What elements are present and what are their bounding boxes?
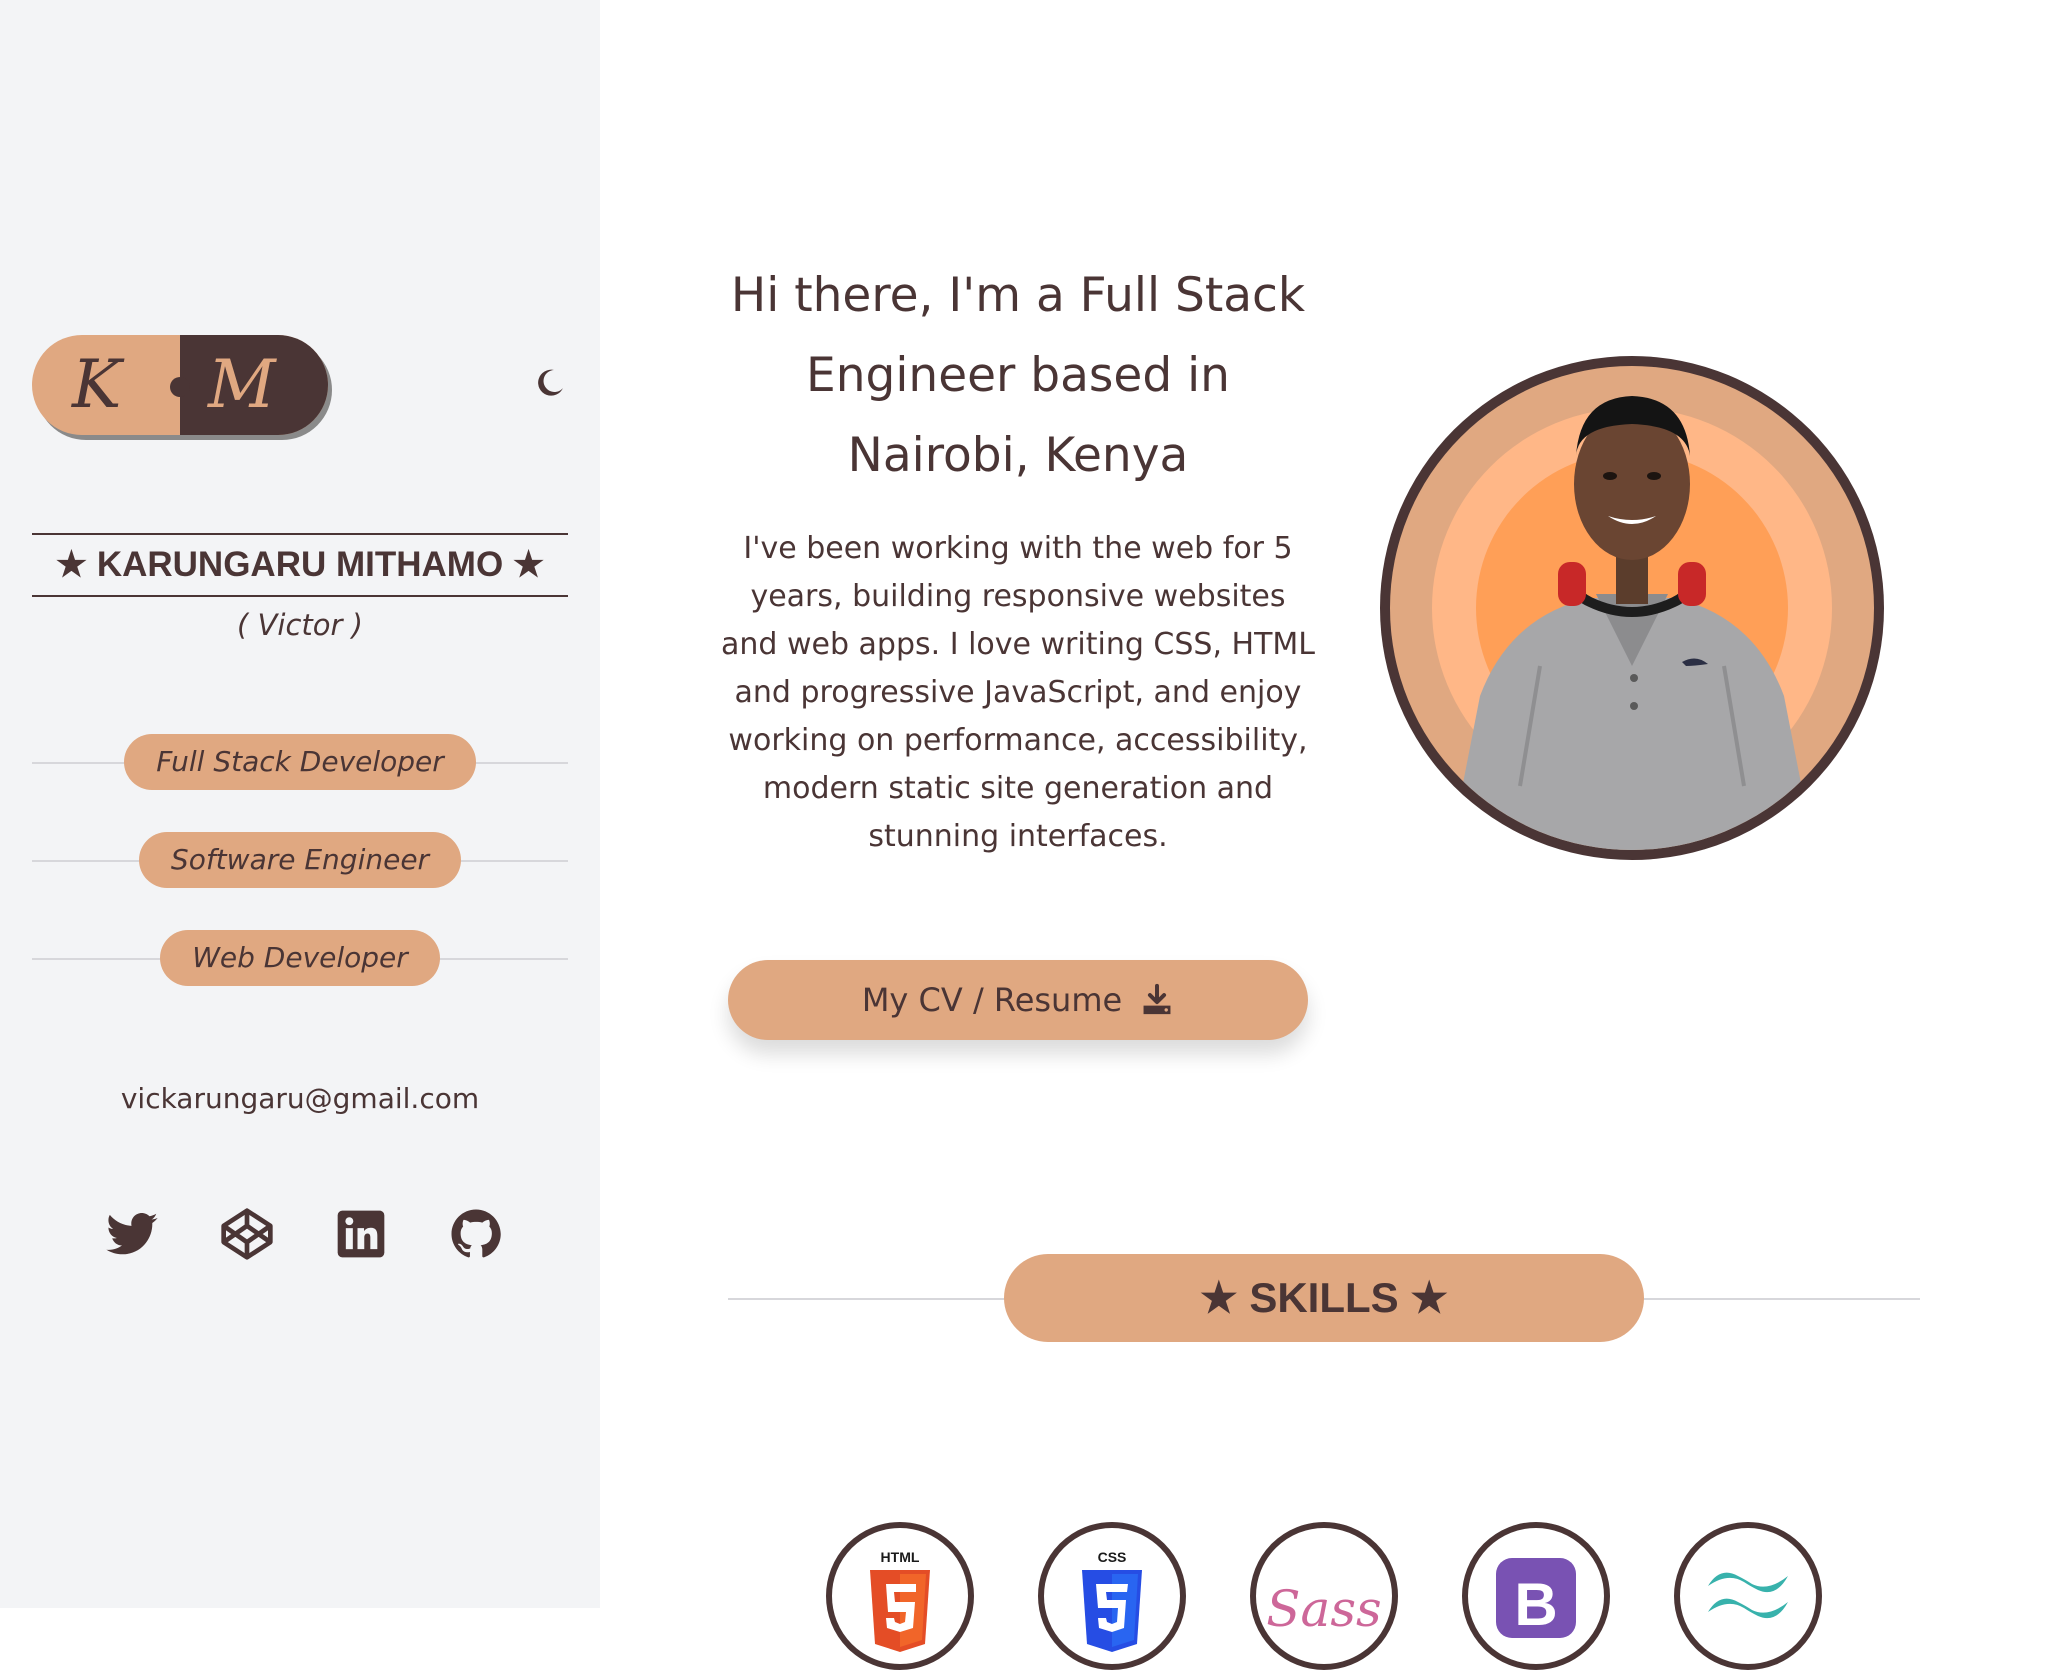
bootstrap-icon: B bbox=[1496, 1558, 1576, 1638]
avatar-ring bbox=[1390, 366, 1874, 850]
skill-bootstrap: B bbox=[1462, 1522, 1610, 1670]
person-portrait bbox=[1450, 396, 1814, 850]
skills-title: ★ SKILLS ★ bbox=[1004, 1254, 1644, 1342]
github-icon[interactable] bbox=[448, 1206, 504, 1262]
name-banner: ★ KARUNGARU MITHAMO ★ bbox=[32, 533, 568, 597]
skill-sass: Sass bbox=[1250, 1522, 1398, 1670]
bootstrap-logo-text: B bbox=[1514, 1571, 1557, 1638]
hero-title: Hi there, I'm a Full Stack Engineer base… bbox=[718, 256, 1318, 496]
html-logo-text: HTML bbox=[881, 1549, 920, 1565]
codepen-icon[interactable] bbox=[219, 1206, 275, 1262]
tailwind-icon bbox=[1708, 1572, 1788, 1619]
download-icon bbox=[1143, 983, 1171, 1015]
cv-button-label: My CV / Resume bbox=[861, 981, 1123, 1019]
linkedin-icon[interactable] bbox=[333, 1206, 389, 1262]
role-row: Full Stack Developer bbox=[32, 734, 568, 790]
skill-css3: CSS bbox=[1038, 1522, 1186, 1670]
sass-logo-text: Sass bbox=[1266, 1580, 1381, 1638]
sidebar: K M ★ KARUNGARU MITHAMO ★ ( Victor ) Ful… bbox=[0, 0, 600, 1608]
role-badge: Software Engineer bbox=[138, 832, 462, 888]
hero-title-line: Nairobi, Kenya bbox=[847, 428, 1189, 483]
hero-description: I've been working with the web for 5 yea… bbox=[720, 531, 1316, 854]
nickname: ( Victor ) bbox=[237, 608, 363, 642]
twitter-icon[interactable] bbox=[104, 1206, 160, 1262]
role-row: Web Developer bbox=[32, 930, 568, 986]
hero-title-line: Hi there, I'm a Full Stack bbox=[730, 268, 1306, 323]
logo-letter-k: K bbox=[72, 346, 122, 423]
skills-header-row: ★ SKILLS ★ bbox=[728, 1254, 1920, 1342]
skill-tailwind bbox=[1674, 1522, 1822, 1670]
css-logo-text: CSS bbox=[1098, 1549, 1127, 1565]
skill-html5: HTML bbox=[826, 1522, 974, 1670]
email-link[interactable]: vickarungaru@gmail.com bbox=[32, 1082, 568, 1115]
role-badge: Web Developer bbox=[160, 930, 440, 986]
hero-title-line: Engineer based in bbox=[806, 348, 1230, 403]
role-badge: Full Stack Developer bbox=[124, 734, 476, 790]
sass-icon: Sass bbox=[1266, 1580, 1381, 1638]
logo[interactable]: K M bbox=[32, 335, 328, 435]
profile-photo bbox=[1380, 356, 1884, 860]
social-links bbox=[104, 1206, 504, 1262]
logo-dot bbox=[170, 377, 190, 397]
css3-icon: CSS bbox=[1082, 1549, 1142, 1652]
download-cv-button[interactable]: My CV / Resume bbox=[728, 960, 1308, 1040]
role-row: Software Engineer bbox=[32, 832, 568, 888]
full-name: ★ KARUNGARU MITHAMO ★ bbox=[55, 545, 545, 584]
logo-letter-m: M bbox=[208, 346, 276, 423]
html5-icon: HTML bbox=[870, 1549, 930, 1652]
moon-icon[interactable] bbox=[534, 366, 566, 398]
